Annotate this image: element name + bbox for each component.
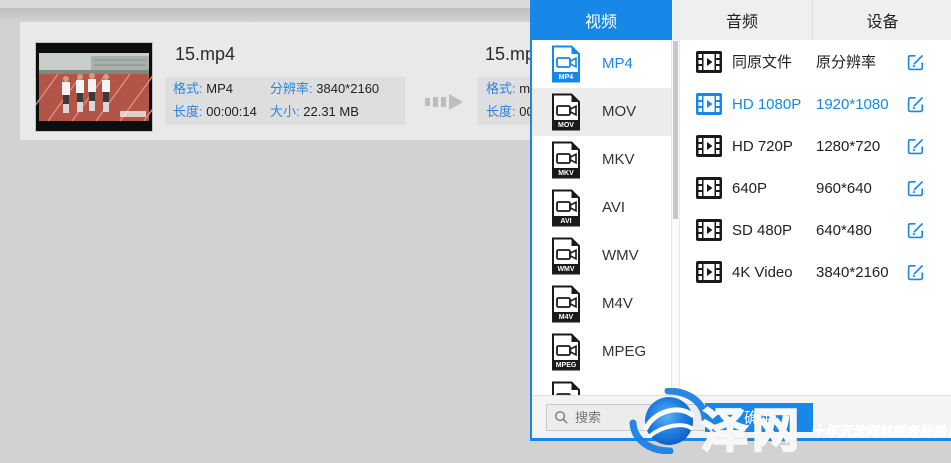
mov-file-icon: MOV	[550, 93, 582, 131]
mkv-file-icon: MKV	[550, 141, 582, 179]
tab-device-label: 设备	[866, 8, 898, 32]
format-label: M4V	[602, 280, 633, 328]
format-label: MOV	[602, 88, 636, 136]
svg-text:MKV: MKV	[558, 170, 574, 177]
scrollbar-thumb[interactable]	[673, 41, 678, 219]
source-file-meta: 格式: MP4 分辨率: 3840*2160 长度: 00:00:14 大小: …	[165, 77, 405, 125]
source-format-label: 格式:	[173, 81, 203, 96]
profile-resolution: 960*640	[816, 171, 872, 207]
format-item-avi[interactable]: AVI AVI	[532, 184, 671, 232]
mpeg-file-icon: MPEG	[550, 333, 582, 371]
format-item-mpeg[interactable]: MPEG MPEG	[532, 328, 671, 376]
svg-text:MP4: MP4	[559, 74, 574, 81]
format-list-scrollbar[interactable]	[671, 40, 680, 395]
target-format-label: 格式:	[486, 81, 516, 96]
edit-profile-icon[interactable]	[906, 95, 925, 114]
wmv-file-icon: WMV	[550, 237, 582, 275]
format-item-wmv[interactable]: WMV WMV	[532, 232, 671, 280]
source-size-label: 大小:	[270, 104, 300, 119]
confirm-button[interactable]: 确定	[705, 403, 813, 432]
profile-name: 4K Video	[732, 255, 793, 291]
svg-text:M4V: M4V	[559, 314, 574, 321]
video-thumbnail-image	[36, 43, 152, 131]
format-item-mov[interactable]: MOV MOV	[532, 88, 671, 136]
film-icon	[696, 177, 722, 199]
profile-panel: 同原文件 原分辨率 HD 1080P 1920*1080	[680, 40, 951, 395]
edit-profile-icon[interactable]	[906, 179, 925, 198]
profile-row-original[interactable]: 同原文件 原分辨率	[680, 45, 951, 81]
svg-text:WMV: WMV	[557, 266, 574, 273]
target-duration-label: 长度:	[486, 104, 516, 119]
format-item-m4v[interactable]: M4V M4V	[532, 280, 671, 328]
profile-resolution: 1280*720	[816, 129, 880, 165]
profile-name: SD 480P	[732, 213, 792, 249]
profile-name: HD 1080P	[732, 87, 801, 123]
tab-audio-label: 音频	[726, 8, 758, 32]
source-format-value: MP4	[206, 81, 233, 96]
profile-name: HD 720P	[732, 129, 793, 165]
profile-row-hd1080p[interactable]: HD 1080P 1920*1080	[680, 87, 951, 123]
profile-resolution: 3840*2160	[816, 255, 889, 291]
convert-arrow-icon	[425, 92, 475, 112]
search-icon	[554, 410, 569, 425]
profile-resolution: 原分辨率	[816, 45, 876, 81]
format-label: MKV	[602, 136, 635, 184]
tab-device[interactable]: 设备	[812, 0, 951, 40]
tab-audio[interactable]: 音频	[672, 0, 812, 40]
source-duration-label: 长度:	[173, 104, 203, 119]
film-icon	[696, 135, 722, 157]
format-picker-popup: 视频 音频 设备 MP4 MP4	[530, 0, 951, 441]
profile-resolution: 1920*1080	[816, 87, 889, 123]
source-duration-value: 00:00:14	[206, 104, 257, 119]
edit-profile-icon[interactable]	[906, 263, 925, 282]
svg-text:AVI: AVI	[560, 218, 571, 225]
film-icon	[696, 261, 722, 283]
profile-resolution: 640*480	[816, 213, 872, 249]
edit-profile-icon[interactable]	[906, 53, 925, 72]
edit-profile-icon[interactable]	[906, 137, 925, 156]
popup-tab-bar: 视频 音频 设备	[530, 0, 951, 40]
film-icon	[696, 93, 722, 115]
format-item-mp4[interactable]: MP4 MP4	[532, 40, 671, 88]
source-resolution-label: 分辨率:	[270, 81, 313, 96]
film-icon	[696, 51, 722, 73]
tab-divider	[812, 0, 813, 40]
svg-text:MPEG: MPEG	[556, 362, 577, 369]
m4v-file-icon: M4V	[550, 285, 582, 323]
format-label: WMV	[602, 232, 639, 280]
avi-file-icon: AVI	[550, 189, 582, 227]
mp4-file-icon: MP4	[550, 45, 582, 83]
format-label: AVI	[602, 184, 625, 232]
source-file-title: 15.mp4	[175, 44, 235, 65]
format-list: MP4 MP4 MOV MOV	[532, 40, 671, 395]
popup-bottom-bar: 确定	[532, 395, 951, 438]
svg-text:MOV: MOV	[558, 122, 574, 129]
source-resolution-value: 3840*2160	[316, 81, 379, 96]
format-label: MP4	[602, 40, 633, 88]
profile-row-640p[interactable]: 640P 960*640	[680, 171, 951, 207]
profile-row-sd480p[interactable]: SD 480P 640*480	[680, 213, 951, 249]
profile-name: 640P	[732, 171, 767, 207]
format-label: MPEG	[602, 328, 646, 376]
source-size-value: 22.31 MB	[303, 104, 359, 119]
profile-name: 同原文件	[732, 45, 792, 81]
video-thumbnail	[35, 42, 153, 132]
partial-file-icon	[550, 381, 582, 395]
app-window: 15.mp4 格式: MP4 分辨率: 3840*2160 长度: 00:00:…	[0, 0, 951, 463]
profile-row-4k[interactable]: 4K Video 3840*2160	[680, 255, 951, 291]
format-item-mkv[interactable]: MKV MKV	[532, 136, 671, 184]
search-input[interactable]	[575, 410, 725, 425]
tab-video-label: 视频	[585, 8, 617, 32]
profile-row-hd720p[interactable]: HD 720P 1280*720	[680, 129, 951, 165]
edit-profile-icon[interactable]	[906, 221, 925, 240]
format-item-partial[interactable]	[532, 376, 671, 395]
tab-video[interactable]: 视频	[530, 0, 672, 40]
film-icon	[696, 219, 722, 241]
